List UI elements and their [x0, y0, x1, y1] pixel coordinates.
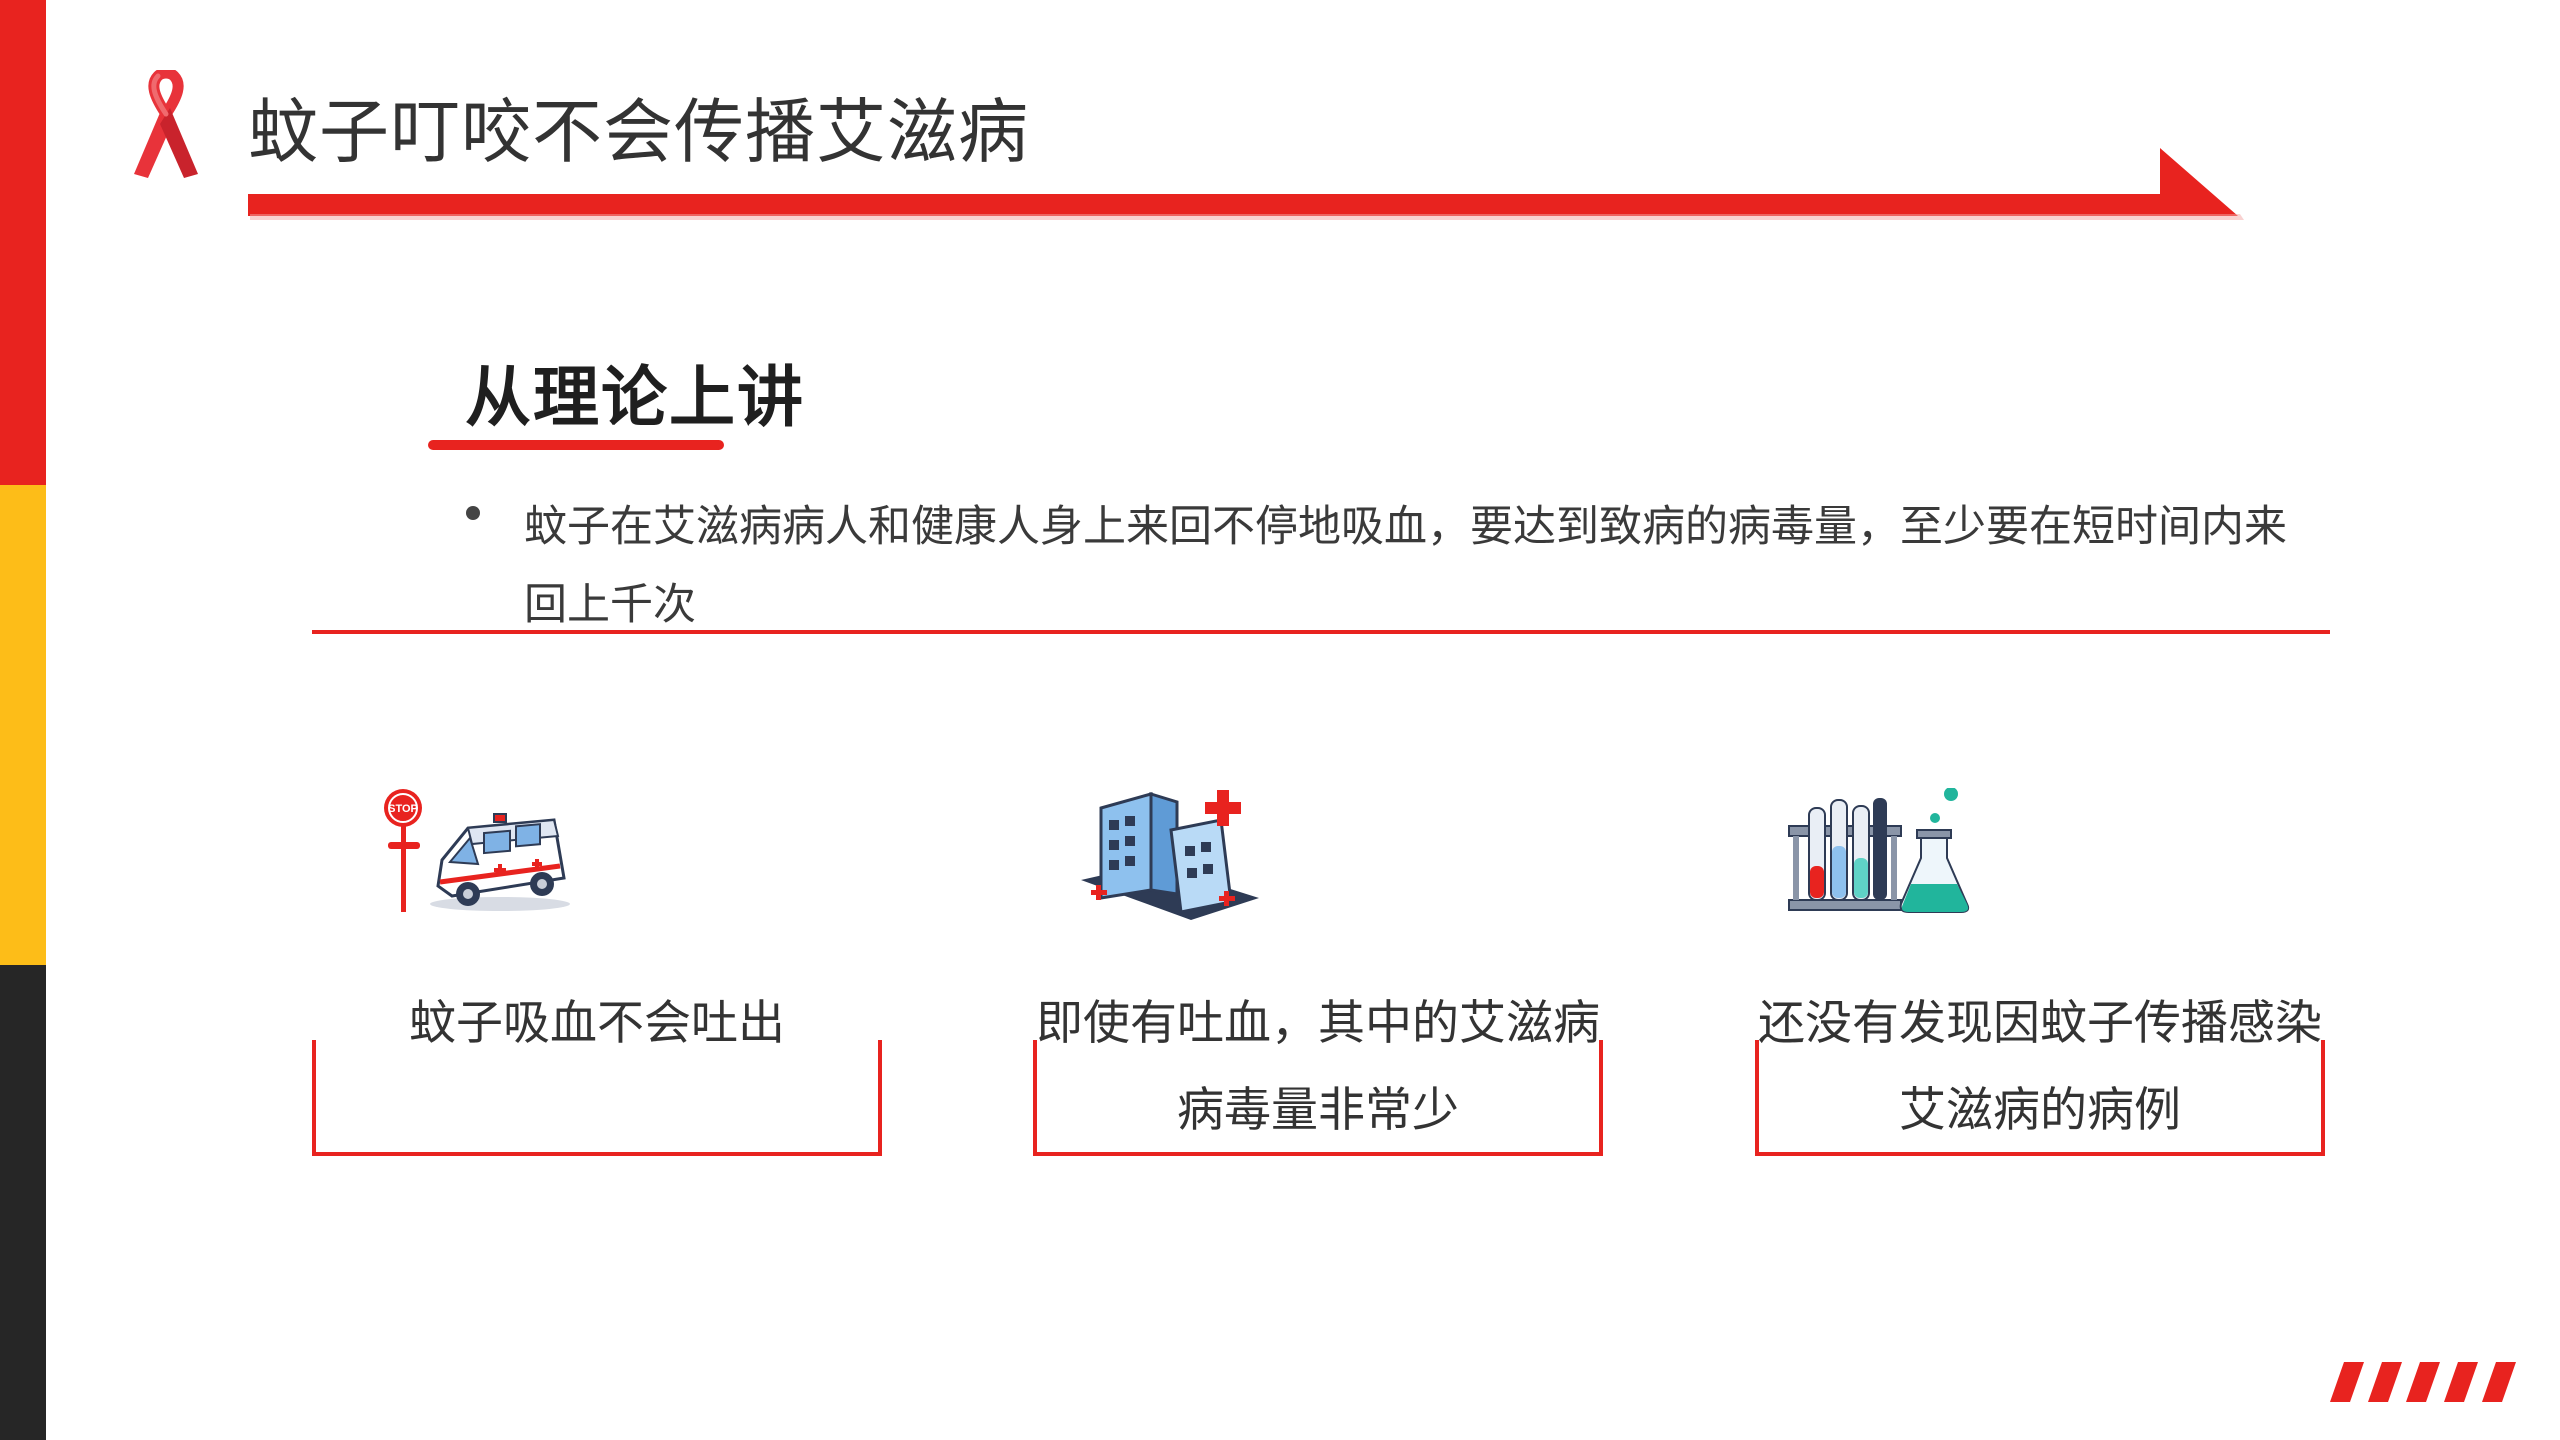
svg-text:STOP: STOP	[388, 803, 418, 815]
title-arrow-underline	[248, 148, 2244, 220]
card-label: 还没有发现因蚊子传播感染艾滋病的病例	[1758, 996, 2322, 1138]
section-heading-underline	[428, 440, 724, 450]
bullet-text: 蚊子在艾滋病病人和健康人身上来回不停地吸血，要达到致病的病毒量，至少要在短时间内…	[524, 502, 2287, 630]
ambulance-icon: STOP	[384, 789, 570, 912]
left-color-bar	[0, 0, 46, 1440]
lab-test-tubes-icon	[1788, 788, 1970, 913]
section-heading: 从理论上讲	[465, 359, 805, 436]
aids-ribbon-icon	[134, 70, 198, 178]
color-bar-black	[0, 965, 46, 1440]
card-label: 蚊子吸血不会吐出	[409, 996, 785, 1051]
slash-stripes-icon	[2330, 1362, 2516, 1402]
color-bar-yellow	[0, 485, 46, 965]
hospital-icon	[1081, 790, 1259, 920]
color-bar-red	[0, 0, 46, 485]
card-label: 即使有吐血，其中的艾滋病病毒量非常少	[1036, 996, 1600, 1138]
section-divider	[312, 630, 2330, 634]
bullet-dot	[466, 506, 480, 520]
